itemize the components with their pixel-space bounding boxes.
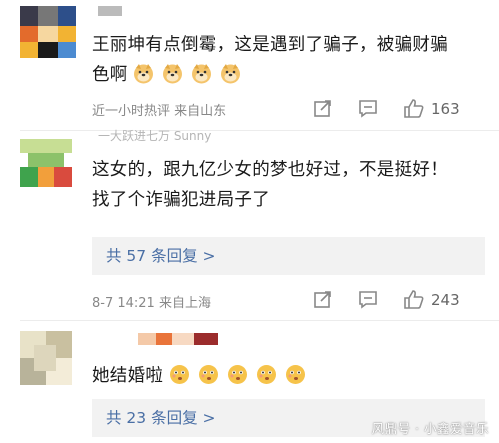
username-censored[interactable] [98, 6, 122, 16]
thinking-emoji [198, 364, 219, 385]
comment-text: 她结婚啦 [92, 361, 492, 391]
thinking-emoji-row [169, 364, 308, 386]
comment-icon[interactable] [358, 289, 378, 311]
comment-2: 一大跃进七万 Sunny 这女的，跟九亿少女的梦也好过，不是挺好！ 找了个诈骗犯… [0, 129, 499, 321]
doge-emoji-row [133, 63, 243, 85]
comment-meta: 8-7 14:21 来自上海 [92, 296, 211, 311]
share-icon[interactable] [313, 98, 333, 120]
comment-text-line-1: 这女的，跟九亿少女的梦也好过，不是挺好！ [92, 160, 448, 180]
username-censored[interactable] [138, 333, 218, 345]
comment-text-line-1: 王丽坤有点倒霉，这是遇到了骗子，被骗财骗 [92, 35, 448, 55]
comment-actions: 163 [313, 98, 483, 120]
doge-emoji [191, 63, 212, 84]
comment-icon[interactable] [358, 98, 378, 120]
comment-text-line-2: 色啊 [92, 60, 492, 90]
comment-text: 王丽坤有点倒霉，这是遇到了骗子，被骗财骗 色啊 [92, 30, 492, 90]
comment-text-line-2-text: 色啊 [92, 65, 128, 85]
thinking-emoji [285, 364, 306, 385]
comment-meta: 近一小时热评 来自山东 [92, 104, 227, 119]
watermark: 风鼎号 · 小鑫爱音乐 [371, 421, 489, 436]
view-replies-button[interactable]: 共 57 条回复 > [92, 237, 485, 275]
avatar[interactable] [20, 139, 72, 187]
username[interactable]: 一大跃进七万 Sunny [98, 127, 211, 144]
like-count: 163 [431, 100, 460, 118]
doge-emoji [162, 63, 183, 84]
doge-emoji [220, 63, 241, 84]
like-icon[interactable] [403, 98, 425, 120]
thinking-emoji [227, 364, 248, 385]
comment-1: 王丽坤有点倒霉，这是遇到了骗子，被骗财骗 色啊 近一小时热评 来自山东 163 [0, 0, 499, 130]
comment-text-line-1: 她结婚啦 [92, 366, 164, 386]
like-icon[interactable] [403, 289, 425, 311]
avatar[interactable] [20, 331, 72, 385]
comment-text: 这女的，跟九亿少女的梦也好过，不是挺好！ 找了个诈骗犯进局子了 [92, 155, 492, 215]
share-icon[interactable] [313, 289, 333, 311]
comment-actions: 243 [313, 289, 483, 311]
doge-emoji [133, 63, 154, 84]
thinking-emoji [169, 364, 190, 385]
comment-text-line-2: 找了个诈骗犯进局子了 [92, 190, 270, 210]
avatar[interactable] [20, 6, 76, 58]
like-count: 243 [431, 291, 460, 309]
thinking-emoji [256, 364, 277, 385]
